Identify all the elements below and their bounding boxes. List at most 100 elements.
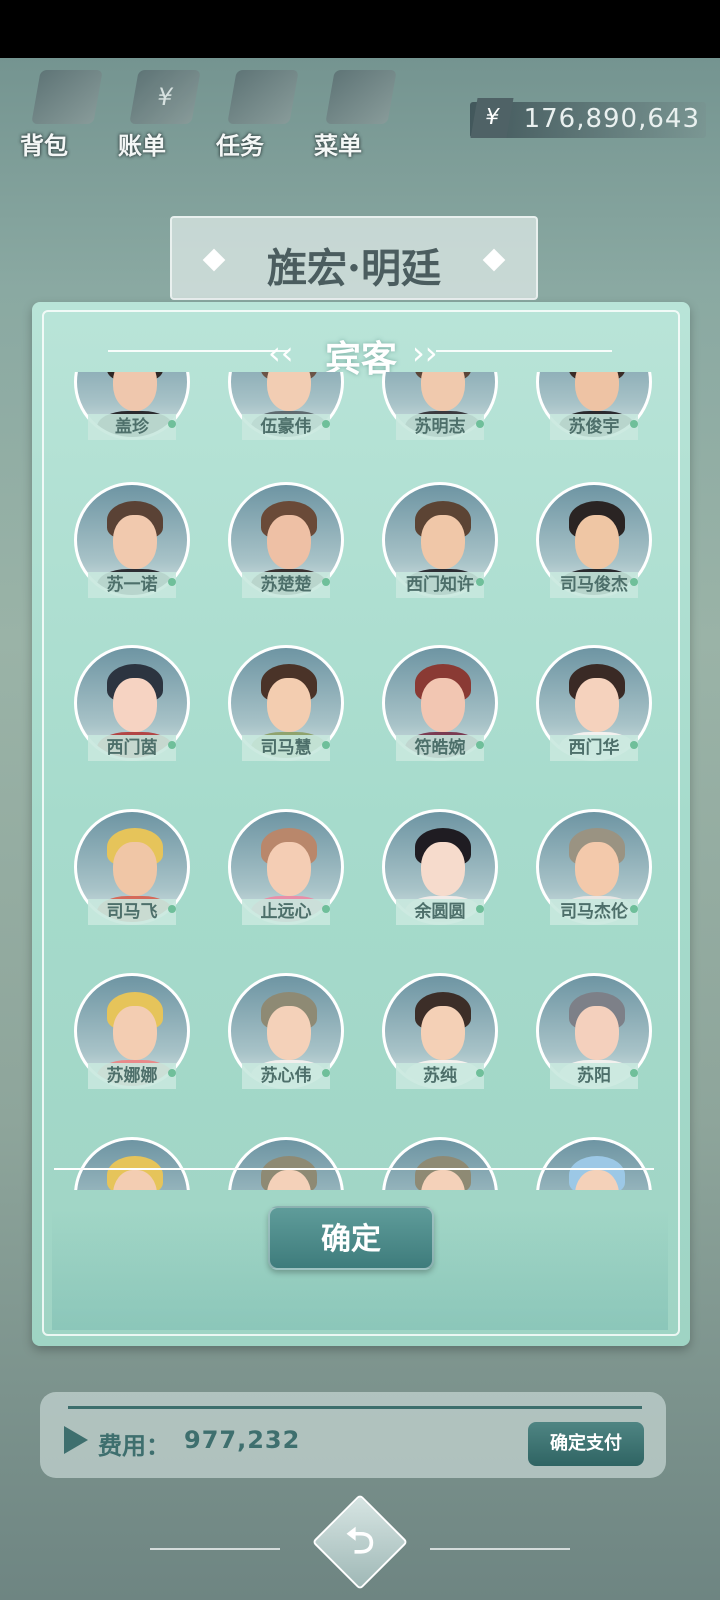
avatar-face: [267, 678, 311, 732]
avatar-face: [421, 372, 465, 411]
avatar-face: [113, 372, 157, 411]
chevron-right-icon: ››: [412, 334, 438, 372]
guest-name: 符皓婉: [396, 735, 484, 761]
guest-card[interactable]: 止远心: [228, 809, 344, 925]
status-dot: [168, 578, 176, 586]
status-dot: [322, 420, 330, 428]
task-label: 任务: [216, 132, 264, 160]
guest-name: 余圆圆: [396, 899, 484, 925]
avatar-face: [421, 842, 465, 896]
status-dot: [168, 905, 176, 913]
guest-grid[interactable]: 盖珍 伍豪伟 苏明志 苏俊宇苏一诺 苏楚楚 西门知许 司马俊杰西门茵 司马慧 符皓婉 西门华司马飞…: [54, 372, 654, 1190]
avatar-face: [267, 1006, 311, 1060]
confirm-button[interactable]: 确定: [268, 1206, 434, 1270]
guest-card[interactable]: 苏纯: [382, 973, 498, 1089]
status-bar: [0, 0, 720, 58]
guest-avatar: [74, 1137, 190, 1190]
avatar-face: [267, 842, 311, 896]
avatar-face: [421, 515, 465, 569]
status-dot: [476, 741, 484, 749]
guest-card[interactable]: 伍豪伟: [228, 372, 344, 440]
task-button[interactable]: 任务: [216, 64, 306, 160]
guest-avatar: [382, 1137, 498, 1190]
bag-label: 背包: [20, 132, 68, 160]
avatar-face: [575, 842, 619, 896]
avatar-face: [267, 372, 311, 411]
guest-card[interactable]: [74, 1137, 190, 1190]
status-dot: [630, 1069, 638, 1077]
guest-card[interactable]: 符皓婉: [382, 645, 498, 761]
guest-name: 司马俊杰: [550, 572, 638, 598]
guest-card[interactable]: 苏阳: [536, 973, 652, 1089]
guest-card[interactable]: 西门华: [536, 645, 652, 761]
status-dot: [168, 420, 176, 428]
avatar-face: [113, 842, 157, 896]
status-dot: [168, 741, 176, 749]
guest-name: 苏心伟: [242, 1063, 330, 1089]
guest-avatar: [536, 1137, 652, 1190]
guest-avatar: [228, 1137, 344, 1190]
status-dot: [476, 1069, 484, 1077]
guest-card[interactable]: 盖珍: [74, 372, 190, 440]
avatar-face: [575, 515, 619, 569]
guest-card[interactable]: 西门茵: [74, 645, 190, 761]
guest-card[interactable]: 司马飞: [74, 809, 190, 925]
guest-card[interactable]: 苏心伟: [228, 973, 344, 1089]
guest-card[interactable]: [536, 1137, 652, 1190]
back-arrow-icon[interactable]: ⮌: [326, 1508, 394, 1576]
cost-label: 费用：: [98, 1432, 170, 1460]
guest-card[interactable]: 苏娜娜: [74, 973, 190, 1089]
status-dot: [630, 578, 638, 586]
guest-name: 苏纯: [396, 1063, 484, 1089]
guest-panel: ‹‹ 宾客 ›› 盖珍 伍豪伟 苏明志 苏俊宇 苏一诺 苏楚楚 西门知许 司马俊杰 西门茵 司马慧…: [32, 302, 690, 1346]
guest-card[interactable]: 苏明志: [382, 372, 498, 440]
cost-bar: 费用： 977,232 确定支付: [40, 1392, 666, 1478]
bill-icon: ¥: [129, 70, 201, 124]
decor-line-right: [430, 1548, 570, 1550]
guest-card[interactable]: 西门知许: [382, 482, 498, 598]
guest-card[interactable]: [382, 1137, 498, 1190]
cost-divider: [68, 1406, 642, 1409]
guest-name: 西门华: [550, 735, 638, 761]
guest-name: 西门知许: [396, 572, 484, 598]
menu-button[interactable]: 菜单: [314, 64, 404, 160]
status-dot: [630, 905, 638, 913]
cost-value: 977,232: [184, 1426, 301, 1454]
guest-card[interactable]: 余圆圆: [382, 809, 498, 925]
status-dot: [476, 905, 484, 913]
guest-card[interactable]: 苏楚楚: [228, 482, 344, 598]
guest-card[interactable]: 司马俊杰: [536, 482, 652, 598]
guest-card[interactable]: 苏一诺: [74, 482, 190, 598]
bill-button[interactable]: ¥ 账单: [118, 64, 208, 160]
avatar-face: [575, 1006, 619, 1060]
guest-name: 司马飞: [88, 899, 176, 925]
guest-name: 盖珍: [88, 414, 176, 440]
avatar-face: [113, 1006, 157, 1060]
guest-name: 止远心: [242, 899, 330, 925]
confirm-pay-button[interactable]: 确定支付: [528, 1422, 644, 1466]
avatar-face: [113, 678, 157, 732]
title-divider-right: [436, 350, 612, 352]
location-plate: 旌宏·明廷: [170, 216, 538, 300]
guest-card[interactable]: 苏俊宇: [536, 372, 652, 440]
menu-label: 菜单: [314, 132, 362, 160]
grid-divider: [54, 1168, 654, 1170]
guest-card[interactable]: 司马慧: [228, 645, 344, 761]
bill-label: 账单: [118, 132, 166, 160]
guest-card[interactable]: [228, 1137, 344, 1190]
avatar-face: [421, 1006, 465, 1060]
status-dot: [322, 741, 330, 749]
bag-button[interactable]: 背包: [20, 64, 110, 160]
guest-card[interactable]: 司马杰伦: [536, 809, 652, 925]
guest-name: 苏阳: [550, 1063, 638, 1089]
currency-icon: ¥: [470, 98, 514, 138]
money-value: 176,890,643: [523, 104, 700, 134]
avatar-face: [575, 372, 619, 411]
status-dot: [476, 578, 484, 586]
guest-name: 司马慧: [242, 735, 330, 761]
location-title: 旌宏·明廷: [267, 245, 441, 292]
status-dot: [322, 1069, 330, 1077]
menu-icon: [325, 70, 397, 124]
status-dot: [322, 905, 330, 913]
guest-name: 苏娜娜: [88, 1063, 176, 1089]
